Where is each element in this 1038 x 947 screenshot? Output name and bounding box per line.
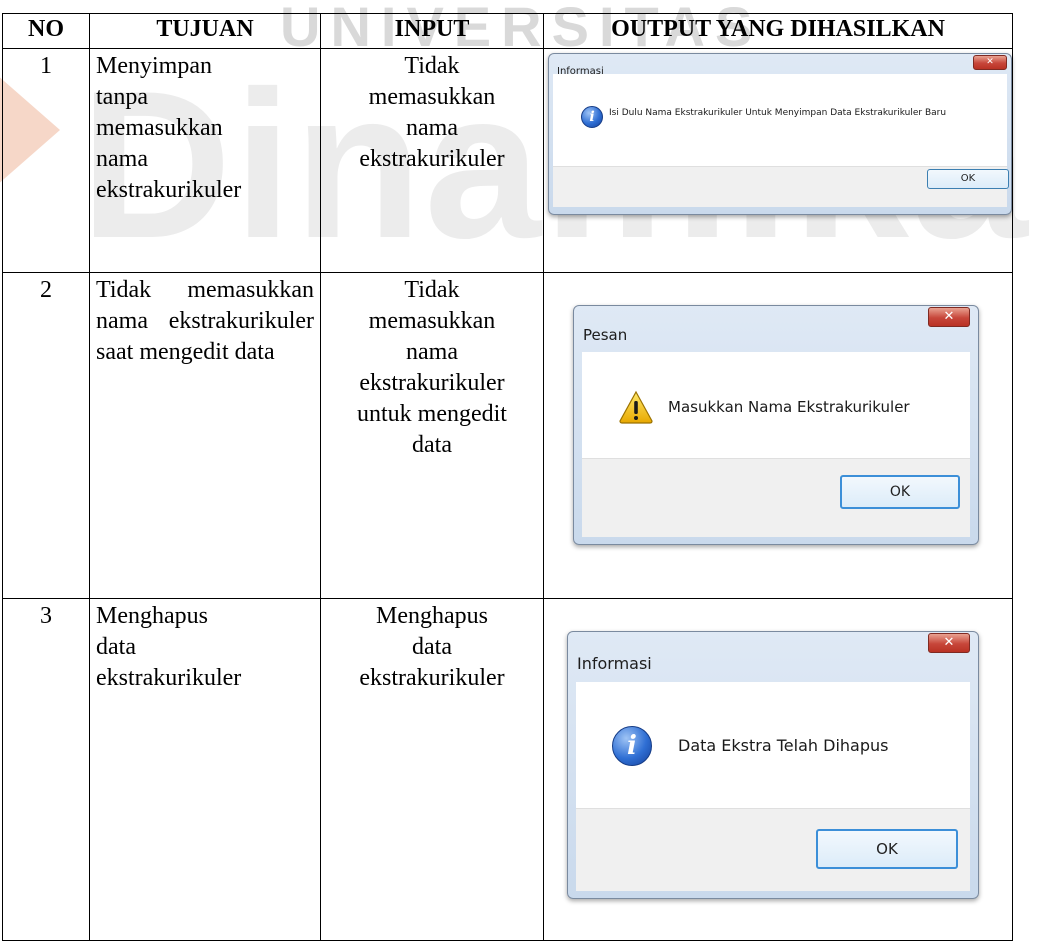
dialog-message: Masukkan Nama Ekstrakurikuler bbox=[668, 398, 910, 416]
table-row: 2 Tidak memasukkan nama ekstrakurikuler … bbox=[2, 272, 1013, 599]
dialog-informasi-save: Informasi ✕ i Isi Dulu Nama Ekstrakuriku… bbox=[548, 53, 1012, 215]
ok-button[interactable]: OK bbox=[816, 829, 958, 869]
header-no: NO bbox=[2, 13, 90, 49]
row-number: 1 bbox=[2, 48, 90, 273]
row-tujuan: Menyimpan tanpa memasukkan nama ekstraku… bbox=[89, 48, 321, 273]
dialog-title: Informasi bbox=[577, 654, 652, 673]
ok-button[interactable]: OK bbox=[927, 169, 1009, 189]
header-row: NO TUJUAN INPUT OUTPUT YANG DIHASILKAN bbox=[2, 13, 1013, 49]
dialog-pesan: Pesan ✕ Masukkan Nama Ekstrakurikuler OK bbox=[573, 305, 979, 545]
row-output: Informasi ✕ i Isi Dulu Nama Ekstrakuriku… bbox=[543, 48, 1013, 273]
table-row: 1 Menyimpan tanpa memasukkan nama ekstra… bbox=[2, 48, 1013, 273]
row-input: Tidak memasukkan nama ekstrakurikuler bbox=[320, 48, 544, 273]
dialog-message: Data Ekstra Telah Dihapus bbox=[678, 736, 889, 755]
dialog-body: i Data Ekstra Telah Dihapus bbox=[576, 682, 970, 808]
row-tujuan: Menghapus data ekstrakurikuler bbox=[89, 598, 321, 941]
row-input: Menghapus data ekstrakurikuler bbox=[320, 598, 544, 941]
close-icon[interactable]: ✕ bbox=[973, 55, 1007, 70]
row-output: Informasi ✕ i Data Ekstra Telah Dihapus … bbox=[543, 598, 1013, 941]
ok-button[interactable]: OK bbox=[840, 475, 960, 509]
close-icon[interactable]: ✕ bbox=[928, 633, 970, 653]
dialog-body: i Isi Dulu Nama Ekstrakurikuler Untuk Me… bbox=[553, 74, 1007, 166]
table-row: 3 Menghapus data ekstrakurikuler Menghap… bbox=[2, 598, 1013, 941]
row-number: 3 bbox=[2, 598, 90, 941]
dialog-informasi-delete: Informasi ✕ i Data Ekstra Telah Dihapus … bbox=[567, 631, 979, 899]
info-icon: i bbox=[581, 106, 603, 128]
dialog-footer: OK bbox=[553, 166, 1009, 207]
header-output: OUTPUT YANG DIHASILKAN bbox=[543, 13, 1013, 49]
dialog-footer: OK bbox=[582, 458, 970, 537]
header-tujuan: TUJUAN bbox=[89, 13, 321, 49]
row-output: Pesan ✕ Masukkan Nama Ekstrakurikuler OK bbox=[543, 272, 1013, 599]
close-icon[interactable]: ✕ bbox=[928, 307, 970, 327]
warning-icon bbox=[619, 390, 653, 424]
header-input: INPUT bbox=[320, 13, 544, 49]
dialog-title: Pesan bbox=[583, 326, 628, 344]
dialog-body: Masukkan Nama Ekstrakurikuler bbox=[582, 352, 970, 458]
dialog-message: Isi Dulu Nama Ekstrakurikuler Untuk Meny… bbox=[609, 108, 947, 118]
row-input: Tidak memasukkan nama ekstrakurikuler un… bbox=[320, 272, 544, 599]
test-table: NO TUJUAN INPUT OUTPUT YANG DIHASILKAN 1… bbox=[2, 13, 1013, 941]
dialog-footer: OK bbox=[576, 808, 970, 891]
row-tujuan: Tidak memasukkan nama ekstrakurikuler sa… bbox=[89, 272, 321, 599]
row-number: 2 bbox=[2, 272, 90, 599]
info-icon: i bbox=[612, 726, 652, 766]
